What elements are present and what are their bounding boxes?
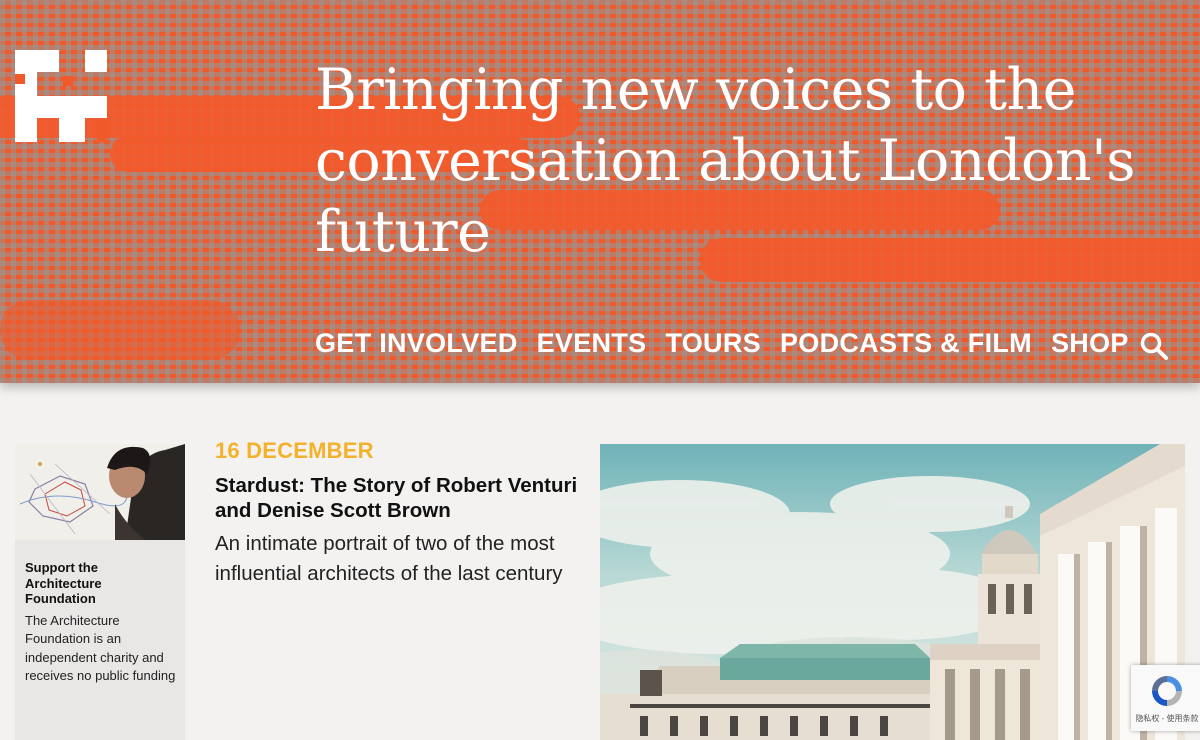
main-nav: GET INVOLVED EVENTS TOURS PODCASTS & FIL… xyxy=(315,323,1129,363)
nav-get-involved[interactable]: GET INVOLVED xyxy=(315,328,518,359)
hero-banner: Bringing new voices to the conversation … xyxy=(0,0,1200,383)
recaptcha-terms-text[interactable]: 隐私权 - 使用条款 xyxy=(1131,713,1200,724)
nav-shop[interactable]: SHOP xyxy=(1051,328,1129,359)
national-gallery-photo xyxy=(600,444,1185,740)
event-description: An intimate portrait of two of the most … xyxy=(215,532,563,585)
support-card[interactable]: Support the Architecture Foundation The … xyxy=(15,444,185,740)
hero-headline: Bringing new voices to the conversation … xyxy=(315,57,1136,265)
event-feature-image[interactable] xyxy=(600,444,1185,740)
architect-drawing-image xyxy=(15,444,185,540)
nav-events[interactable]: EVENTS xyxy=(537,328,647,359)
event-title[interactable]: Stardust: The Story of Robert Venturi an… xyxy=(215,473,585,523)
hero-brush-stroke xyxy=(0,300,240,360)
nav-tours[interactable]: TOURS xyxy=(665,328,761,359)
support-title: Support the Architecture Foundation xyxy=(25,560,102,606)
recaptcha-icon xyxy=(1152,676,1182,706)
support-photo xyxy=(15,444,185,540)
nav-podcasts-film[interactable]: PODCASTS & FILM xyxy=(780,328,1032,359)
support-text: The Architecture Foundation is an indepe… xyxy=(25,613,176,683)
pixel-h-logo-icon[interactable] xyxy=(15,50,107,142)
search-icon[interactable] xyxy=(1139,331,1169,361)
event-date: 16 DECEMBER xyxy=(215,438,374,463)
recaptcha-badge[interactable]: 隐私权 - 使用条款 xyxy=(1131,665,1200,731)
